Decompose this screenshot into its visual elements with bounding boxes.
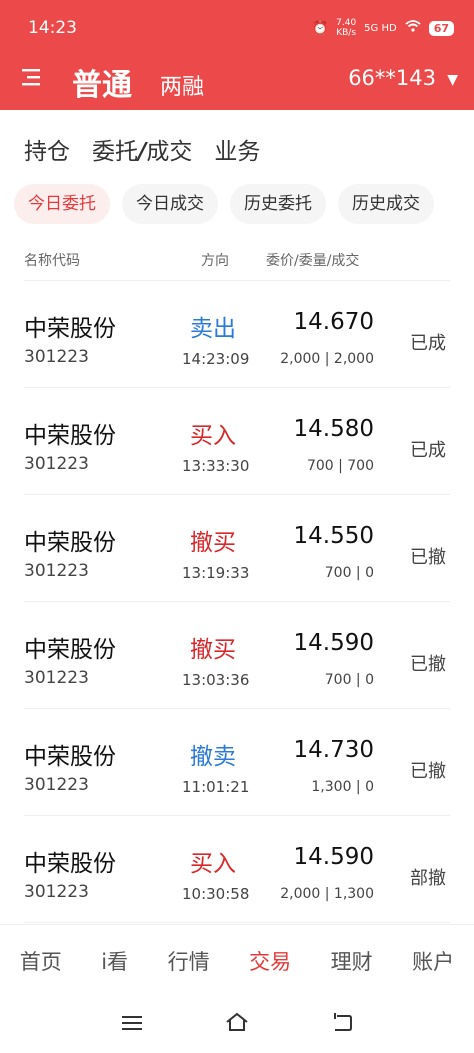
network-speed: 7.40 KB/s	[336, 18, 357, 38]
table-row[interactable]: 中荣股份 301223 买入 13:33:30 14.580 700 | 700…	[24, 388, 450, 495]
app-header: 14:23 ⏰ 7.40 KB/s 5G HD 67 普通 两融 66**143…	[0, 0, 474, 110]
stock-name: 中荣股份	[24, 530, 116, 556]
system-nav-bar	[0, 996, 474, 1053]
home-icon[interactable]	[225, 1012, 249, 1038]
order-quantity: 1,300 | 0	[311, 779, 374, 795]
column-header-price: 委价/委量/成交	[266, 253, 360, 269]
order-price: 14.590	[293, 630, 374, 656]
order-status: 已成	[410, 440, 446, 461]
stock-code: 301223	[24, 454, 89, 474]
alarm-icon: ⏰	[311, 20, 329, 36]
order-time: 14:23:09	[182, 350, 250, 368]
column-header-direction: 方向	[201, 253, 229, 269]
order-price: 14.590	[293, 844, 374, 870]
bottom-nav: 首页 i看 行情 交易 理财 账户	[0, 924, 474, 996]
order-price: 14.580	[293, 416, 374, 442]
wifi-icon	[405, 20, 421, 36]
order-quantity: 700 | 0	[324, 565, 374, 581]
order-price: 14.670	[293, 309, 374, 335]
subtab-today-orders[interactable]: 今日委托	[14, 184, 110, 224]
tab-business[interactable]: 业务	[214, 132, 260, 166]
order-quantity: 2,000 | 2,000	[280, 351, 374, 367]
status-icons: ⏰ 7.40 KB/s 5G HD 67	[312, 18, 454, 38]
order-status: 已撤	[410, 761, 446, 782]
table-row[interactable]: 中荣股份 301223 撤卖 11:01:21 14.730 1,300 | 0…	[24, 709, 450, 816]
main-tabs: 持仓 委托/成交 业务	[24, 132, 260, 166]
stock-name: 中荣股份	[24, 637, 116, 663]
back-icon[interactable]	[331, 1012, 353, 1038]
stock-code: 301223	[24, 882, 89, 902]
top-navbar: 普通 两融 66**143 ▼	[0, 56, 474, 104]
order-quantity: 700 | 0	[324, 672, 374, 688]
order-price: 14.730	[293, 737, 374, 763]
bottom-nav-trade[interactable]: 交易	[249, 946, 291, 976]
order-time: 11:01:21	[182, 778, 250, 796]
tab-holdings[interactable]: 持仓	[24, 132, 70, 166]
order-direction: 买入	[190, 423, 236, 449]
sub-tabs: 今日委托 今日成交 历史委托 历史成交	[14, 184, 474, 224]
order-time: 13:19:33	[182, 564, 250, 582]
order-direction: 买入	[190, 851, 236, 877]
stock-name: 中荣股份	[24, 423, 116, 449]
subtab-today-trades[interactable]: 今日成交	[122, 184, 218, 224]
stock-name: 中荣股份	[24, 316, 116, 342]
menu-icon[interactable]	[20, 64, 44, 92]
table-row[interactable]: 中荣股份 301223 卖出 14:23:09 14.670 2,000 | 2…	[24, 281, 450, 388]
order-status: 已撤	[410, 654, 446, 675]
order-status: 部撤	[410, 868, 446, 889]
mode-margin-tab[interactable]: 两融	[160, 69, 204, 101]
status-time: 14:23	[28, 18, 77, 38]
order-quantity: 2,000 | 1,300	[280, 886, 374, 902]
status-bar: 14:23 ⏰ 7.40 KB/s 5G HD 67	[0, 0, 474, 56]
table-row[interactable]: 中荣股份 301223 撤买 13:19:33 14.550 700 | 0 已…	[24, 495, 450, 602]
order-direction: 撤买	[190, 637, 236, 663]
account-selector[interactable]: 66**143	[348, 66, 436, 90]
menu-icon[interactable]	[121, 1012, 143, 1037]
order-time: 13:33:30	[182, 457, 250, 475]
stock-code: 301223	[24, 347, 89, 367]
bottom-nav-wealth[interactable]: 理财	[331, 946, 373, 976]
table-row[interactable]: 中荣股份 301223 买入 10:30:58 14.590 2,000 | 1…	[24, 816, 450, 923]
stock-code: 301223	[24, 561, 89, 581]
order-status: 已成	[410, 333, 446, 354]
stock-name: 中荣股份	[24, 851, 116, 877]
subtab-history-trades[interactable]: 历史成交	[338, 184, 434, 224]
order-quantity: 700 | 700	[306, 458, 374, 474]
order-time: 13:03:36	[182, 671, 250, 689]
bottom-nav-watch[interactable]: i看	[101, 946, 128, 976]
network-type: 5G HD	[364, 22, 397, 34]
battery-icon: 67	[428, 20, 454, 36]
chevron-down-icon[interactable]: ▼	[447, 72, 458, 88]
order-direction: 撤买	[190, 530, 236, 556]
column-header-name: 名称代码	[24, 253, 80, 269]
mode-normal-tab[interactable]: 普通	[72, 60, 132, 104]
table-row[interactable]: 中荣股份 301223 撤买 13:03:36 14.590 700 | 0 已…	[24, 602, 450, 709]
tab-orders-trades[interactable]: 委托/成交	[92, 132, 192, 166]
bottom-nav-account[interactable]: 账户	[412, 946, 454, 976]
order-status: 已撤	[410, 547, 446, 568]
order-direction: 卖出	[190, 316, 236, 342]
stock-code: 301223	[24, 668, 89, 688]
bottom-nav-home[interactable]: 首页	[20, 946, 62, 976]
stock-name: 中荣股份	[24, 744, 116, 770]
order-price: 14.550	[293, 523, 374, 549]
stock-code: 301223	[24, 775, 89, 795]
order-direction: 撤卖	[190, 744, 236, 770]
subtab-history-orders[interactable]: 历史委托	[230, 184, 326, 224]
order-list: 中荣股份 301223 卖出 14:23:09 14.670 2,000 | 2…	[0, 281, 474, 923]
order-time: 10:30:58	[182, 885, 250, 903]
bottom-nav-market[interactable]: 行情	[168, 946, 210, 976]
